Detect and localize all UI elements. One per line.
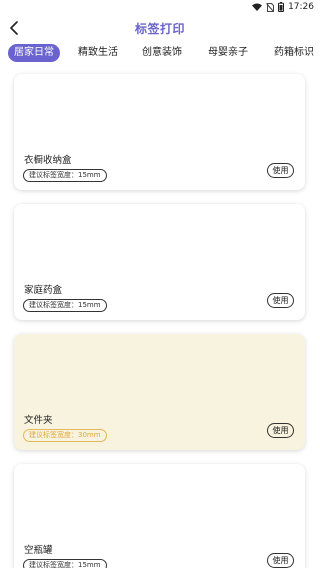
template-card-folder[interactable]: 文件夹 建议标签宽度：30mm 使用: [14, 334, 305, 450]
use-button[interactable]: 使用: [267, 423, 294, 438]
width-hint-badge: 建议标签宽度：30mm: [23, 429, 107, 442]
category-tabs: 居家日常 精致生活 创意装饰 母婴亲子 药箱标识: [0, 42, 320, 64]
use-button[interactable]: 使用: [267, 163, 294, 178]
card-title: 家庭药盒: [24, 285, 63, 296]
width-hint-badge: 建议标签宽度：15mm: [23, 559, 107, 568]
wifi-icon: [252, 3, 263, 11]
tab-creative-decor[interactable]: 创意装饰: [136, 44, 188, 62]
use-button[interactable]: 使用: [267, 553, 294, 568]
tab-medicine-box-labels[interactable]: 药箱标识: [268, 44, 320, 62]
tab-mother-baby[interactable]: 母婴亲子: [202, 44, 254, 62]
use-button[interactable]: 使用: [267, 293, 294, 308]
width-hint-badge: 建议标签宽度：15mm: [23, 169, 107, 182]
battery-icon: [278, 2, 285, 12]
page-title: 标签打印: [134, 21, 185, 36]
card-title: 文件夹: [24, 415, 53, 426]
back-arrow-icon[interactable]: [4, 18, 24, 38]
template-card-medicine-box[interactable]: 家庭药盒 建议标签宽度：15mm 使用: [14, 204, 305, 320]
card-title: 衣橱收纳盒: [24, 155, 72, 166]
nav-bar: 标签打印: [0, 14, 320, 42]
template-card-empty-jar[interactable]: 空瓶罐 建议标签宽度：15mm 使用: [14, 464, 305, 568]
tab-home-daily[interactable]: 居家日常: [8, 44, 60, 62]
width-hint-badge: 建议标签宽度：15mm: [23, 299, 107, 312]
status-bar: 17:26: [0, 0, 320, 14]
no-sim-icon: [266, 2, 275, 12]
card-title: 空瓶罐: [24, 545, 53, 556]
tab-refined-life[interactable]: 精致生活: [72, 44, 124, 62]
status-time: 17:26: [288, 2, 314, 12]
template-card-wardrobe-box[interactable]: 衣橱收纳盒 建议标签宽度：15mm 使用: [14, 74, 305, 190]
